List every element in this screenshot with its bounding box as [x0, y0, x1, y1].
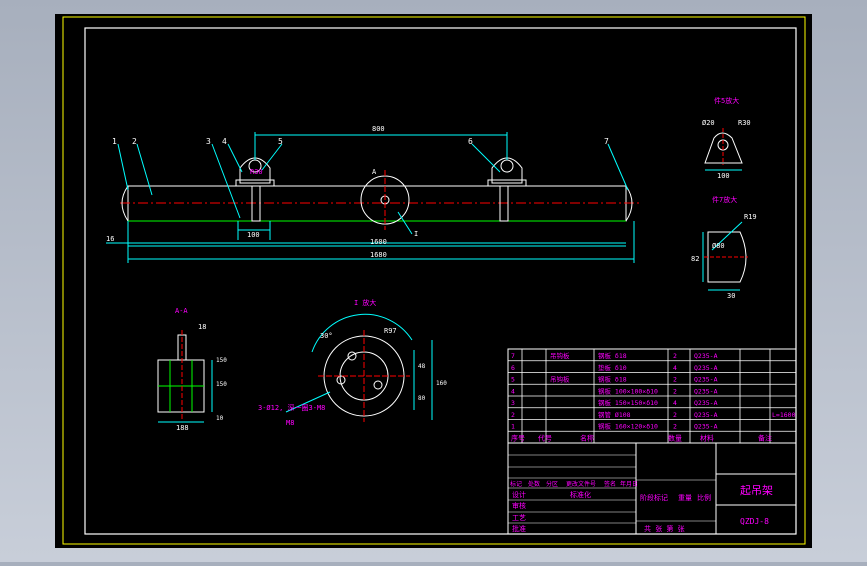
part-7-height: 82: [691, 255, 699, 263]
part-7-title: 件7放大: [712, 195, 737, 204]
drawing-canvas: 1 2 3 4 5 6 7 800 16 1600 1680 100 R30 A…: [55, 14, 812, 548]
tb-check: 审核: [512, 501, 526, 510]
tb-process: 工艺: [512, 514, 526, 522]
bom-cell: 5: [511, 376, 515, 384]
part-5-title: 件5放大: [714, 96, 739, 105]
bom-cell: L=1600: [772, 411, 796, 419]
bom-cell: 2: [673, 423, 677, 431]
balloon-5: 5: [278, 137, 283, 146]
bom-cell: 钢板 δ18: [598, 375, 627, 384]
bom-cell: 4: [673, 364, 677, 372]
bom-header-cell: 材料: [700, 433, 714, 442]
bom-cell: Q235-A: [694, 352, 718, 360]
detail-80: 80: [418, 395, 426, 402]
bom-cell: 3: [511, 399, 515, 407]
tb-design: 设计: [512, 490, 526, 499]
bom-cell: 吊钩板: [550, 375, 570, 384]
tb-label: 年月日: [620, 480, 638, 488]
section-h3: 10: [216, 415, 224, 422]
bom-cell: 钢板 δ18: [598, 351, 627, 360]
bom-cell: 2: [673, 376, 677, 384]
tb-label: 签名: [604, 480, 616, 488]
balloon-3: 3: [206, 137, 211, 146]
cad-viewport: 1 2 3 4 5 6 7 800 16 1600 1680 100 R30 A…: [0, 0, 867, 562]
bom-cell: 吊钩板: [550, 351, 570, 360]
balloon-7: 7: [604, 137, 609, 146]
drawing-title: 起吊架: [740, 484, 773, 497]
tb-label: 更改文件号: [566, 480, 596, 488]
part-5-radius: R30: [738, 119, 751, 127]
section-width: 188: [176, 424, 189, 432]
dim-1600: 1600: [370, 238, 387, 246]
bom-header-cell: 代号: [538, 433, 552, 442]
detail-title: I 放大: [354, 298, 376, 307]
detail-note: 3-Ø12, 深一圈3-M8: [258, 403, 325, 412]
bom-cell: Q235-A: [694, 399, 718, 407]
bom-cell: 钢板 150×150×δ10: [598, 398, 658, 407]
detail-160: 160: [436, 380, 447, 387]
part-5-phi: Ø20: [702, 119, 715, 127]
dim-16: 16: [106, 235, 114, 243]
tb-label: 标记: [510, 480, 522, 488]
detail-48: 48: [418, 363, 426, 370]
dim-100: 100: [247, 231, 260, 239]
bom-cell: 1: [511, 423, 515, 431]
balloon-2: 2: [132, 137, 137, 146]
bom-cell: 6: [511, 364, 515, 372]
section-h1: 150: [216, 357, 227, 364]
bom-cell: Q235-A: [694, 387, 718, 395]
part-7-radius: R19: [744, 213, 757, 221]
tb-scale: 比例: [697, 493, 711, 502]
bom-header-cell: 名称: [580, 433, 594, 442]
bom-cell: 钢板 100×100×δ10: [598, 386, 658, 395]
bom-header-cell: 数量: [668, 433, 682, 442]
bom-cell: 2: [511, 411, 515, 419]
balloon-4: 4: [222, 137, 227, 146]
balloon-1: 1: [112, 137, 117, 146]
detail-callout-i: I: [414, 230, 418, 238]
bom-cell: Q235-A: [694, 411, 718, 419]
tb-label: 处数: [528, 480, 540, 488]
dim-800: 800: [372, 125, 385, 133]
bom-cell: 垫板 δ10: [598, 363, 627, 372]
section-thickness: 18: [198, 323, 206, 331]
bom-cell: 钢管 Ø108: [598, 410, 631, 419]
bom-cell: 4: [673, 399, 677, 407]
bom-cell: 4: [511, 387, 515, 395]
bom-cell: 钢板 160×120×δ10: [598, 422, 658, 431]
bom-cell: 7: [511, 352, 515, 360]
tb-label: 分区: [546, 480, 558, 488]
tb-weight: 重量: [678, 494, 692, 502]
bom-cell: 2: [673, 352, 677, 360]
bom-header-cell: 备注: [758, 433, 772, 442]
bom-cell: Q235-A: [694, 376, 718, 384]
dim-r30: R30: [250, 168, 263, 176]
balloon-6: 6: [468, 137, 473, 146]
bom-cell: 2: [673, 387, 677, 395]
detail-r97: R97: [384, 327, 397, 335]
bom-cell: Q235-A: [694, 364, 718, 372]
detail-angle: 30°: [320, 332, 333, 340]
detail-note-m8: M8: [286, 419, 294, 427]
tb-sheets: 共 张 第 张: [644, 524, 685, 533]
tb-standard: 标准化: [570, 490, 591, 499]
bom-header-cell: 序号: [511, 433, 525, 442]
tb-approve: 批准: [512, 524, 526, 533]
drawing-code: QZDJ-8: [740, 517, 769, 526]
dim-1680: 1680: [370, 251, 387, 259]
section-h2: 150: [216, 381, 227, 388]
part-5-width: 100: [717, 172, 730, 180]
part-7-diameter: Ø80: [712, 242, 725, 250]
bom-cell: Q235-A: [694, 423, 718, 431]
section-title: A-A: [175, 307, 188, 315]
part-7-width: 30: [727, 292, 735, 300]
bom-cell: 2: [673, 411, 677, 419]
sheet-background: [55, 14, 812, 548]
tb-stage: 阶段标记: [640, 493, 668, 502]
